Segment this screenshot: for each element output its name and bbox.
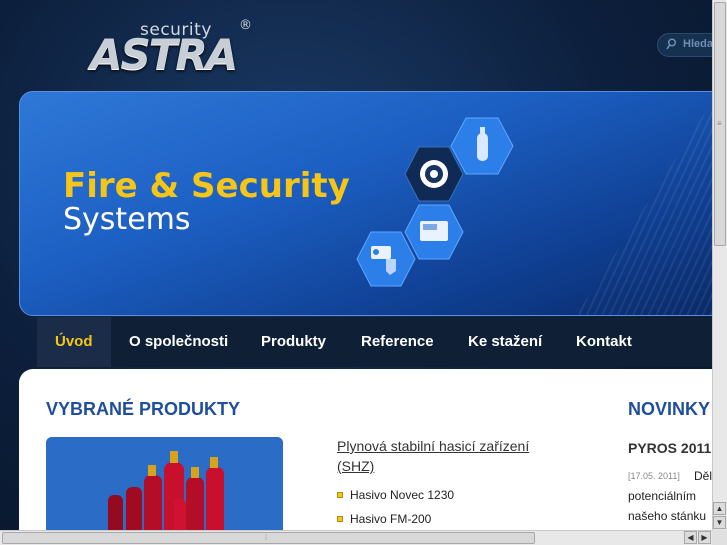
search-icon (666, 38, 677, 53)
news-item-text: Děl (694, 469, 713, 483)
scroll-down-button[interactable]: ▼ (713, 516, 726, 529)
bullet-icon (337, 492, 343, 498)
news-item-title[interactable]: PYROS 2011 (628, 440, 711, 456)
horizontal-scrollbar[interactable]: ⁞ ◀ ▶ (0, 530, 712, 545)
scroll-left-button[interactable]: ◀ (684, 531, 697, 544)
news-heading: NOVINKY (628, 399, 711, 419)
product-link-shz[interactable]: Plynová stabilní hasicí zařízení (SHZ) (337, 436, 567, 476)
nav-item-produkty[interactable]: Produkty (243, 317, 344, 367)
horizontal-scroll-thumb[interactable]: ⁞ (2, 532, 535, 544)
main-navigation: Úvod O společnosti Produkty Reference Ke… (37, 317, 727, 367)
news-item-text: potenciálním (628, 489, 697, 503)
product-list: Hasivo Novec 1230 Hasivo FM-200 (337, 487, 454, 535)
main-content: VYBRANÉ PRODUKTY Plynová stabilní hasicí… (19, 369, 719, 545)
vertical-scroll-thumb[interactable]: ≡ (714, 2, 726, 246)
news-item-date: [17.05. 2011] (628, 471, 680, 481)
sensor-hex-icon (356, 231, 416, 287)
nav-item-ke-stazeni[interactable]: Ke stažení (450, 317, 560, 367)
banner-title-line2: Systems (63, 202, 191, 237)
bullet-icon (337, 516, 343, 522)
nav-item-uvod[interactable]: Úvod (37, 317, 111, 367)
nav-item-o-spolecnosti[interactable]: O společnosti (111, 317, 246, 367)
extinguisher-cylinders-image (46, 437, 283, 537)
vertical-scrollbar[interactable]: ≡ ▲ ▼ (712, 0, 727, 545)
scrollbar-corner (712, 530, 727, 545)
scroll-up-button[interactable]: ▲ (713, 502, 726, 515)
hero-banner: Fire & Security Systems (19, 91, 719, 316)
list-item[interactable]: Hasivo Novec 1230 (337, 487, 454, 511)
product-image-extinguishers[interactable] (46, 437, 283, 537)
astra-logo[interactable]: security ® ASTRA (88, 18, 270, 79)
news-item-text: našeho stánku (628, 509, 707, 523)
scroll-right-button[interactable]: ▶ (698, 531, 711, 544)
logo-astra-text: ASTRA (90, 30, 238, 79)
banner-title-line1: Fire & Security (63, 166, 350, 206)
nav-item-kontakt[interactable]: Kontakt (558, 317, 650, 367)
products-heading: VYBRANÉ PRODUKTY (46, 399, 241, 419)
grip-icon: ⁞ (265, 533, 268, 542)
grip-icon: ≡ (717, 119, 722, 128)
nav-item-reference[interactable]: Reference (343, 317, 452, 367)
logo-registered-mark: ® (239, 18, 252, 33)
detector-hex-icon (404, 146, 464, 202)
